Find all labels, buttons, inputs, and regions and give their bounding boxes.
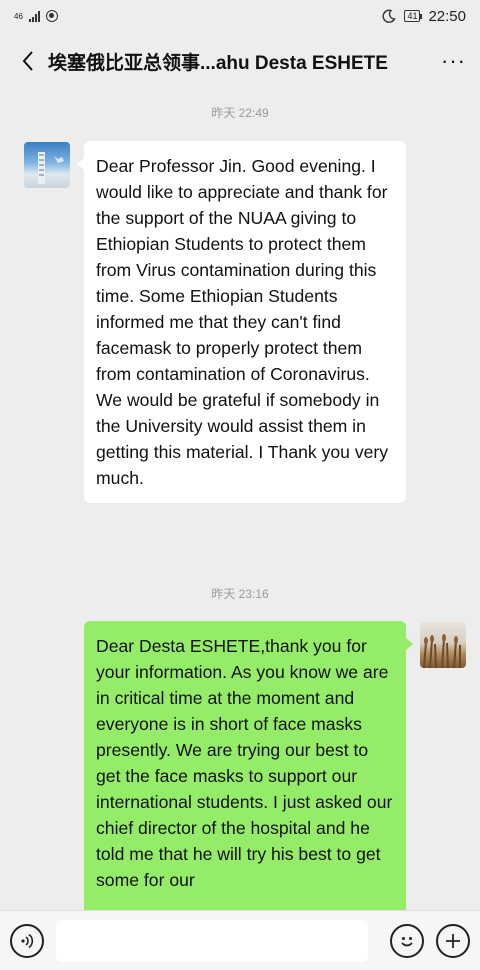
- status-left: 46: [14, 10, 58, 22]
- outgoing-message-bubble[interactable]: Dear Desta ESHETE,thank you for your inf…: [84, 621, 406, 921]
- battery-icon: 41: [404, 10, 421, 22]
- plus-icon[interactable]: [436, 923, 470, 958]
- signal-icon: [28, 10, 40, 22]
- status-bar: 46 41 22:50: [0, 0, 480, 32]
- message-timestamp: 昨天 22:49: [211, 106, 269, 120]
- network-type: 46: [14, 11, 23, 21]
- my-avatar[interactable]: [420, 622, 466, 668]
- hotspot-icon: [45, 10, 58, 22]
- contact-avatar[interactable]: [24, 142, 70, 188]
- battery-level: 41: [407, 10, 418, 21]
- incoming-message-bubble[interactable]: Dear Professor Jin. Good evening. I woul…: [77, 141, 406, 503]
- input-bar: [0, 910, 480, 970]
- voice-icon[interactable]: [10, 923, 44, 958]
- more-options-icon[interactable]: ···: [432, 48, 466, 74]
- chat-header: 埃塞俄比亚总领事...ahu Desta ESHETE ···: [0, 38, 480, 84]
- incoming-message-text: Dear Professor Jin. Good evening. I woul…: [96, 156, 389, 488]
- status-right: 41 22:50: [382, 8, 466, 25]
- moon-icon: [382, 9, 397, 23]
- status-time: 22:50: [428, 7, 466, 25]
- bubble-tail: [405, 637, 413, 651]
- message-timestamp: 昨天 23:16: [211, 587, 269, 601]
- emoji-icon[interactable]: [390, 923, 424, 958]
- chat-title: 埃塞俄比亚总领事...ahu Desta ESHETE: [48, 52, 388, 74]
- chevron-left-icon[interactable]: [14, 47, 42, 75]
- message-input[interactable]: [56, 919, 368, 962]
- outgoing-message-text: Dear Desta ESHETE,thank you for your inf…: [96, 636, 393, 890]
